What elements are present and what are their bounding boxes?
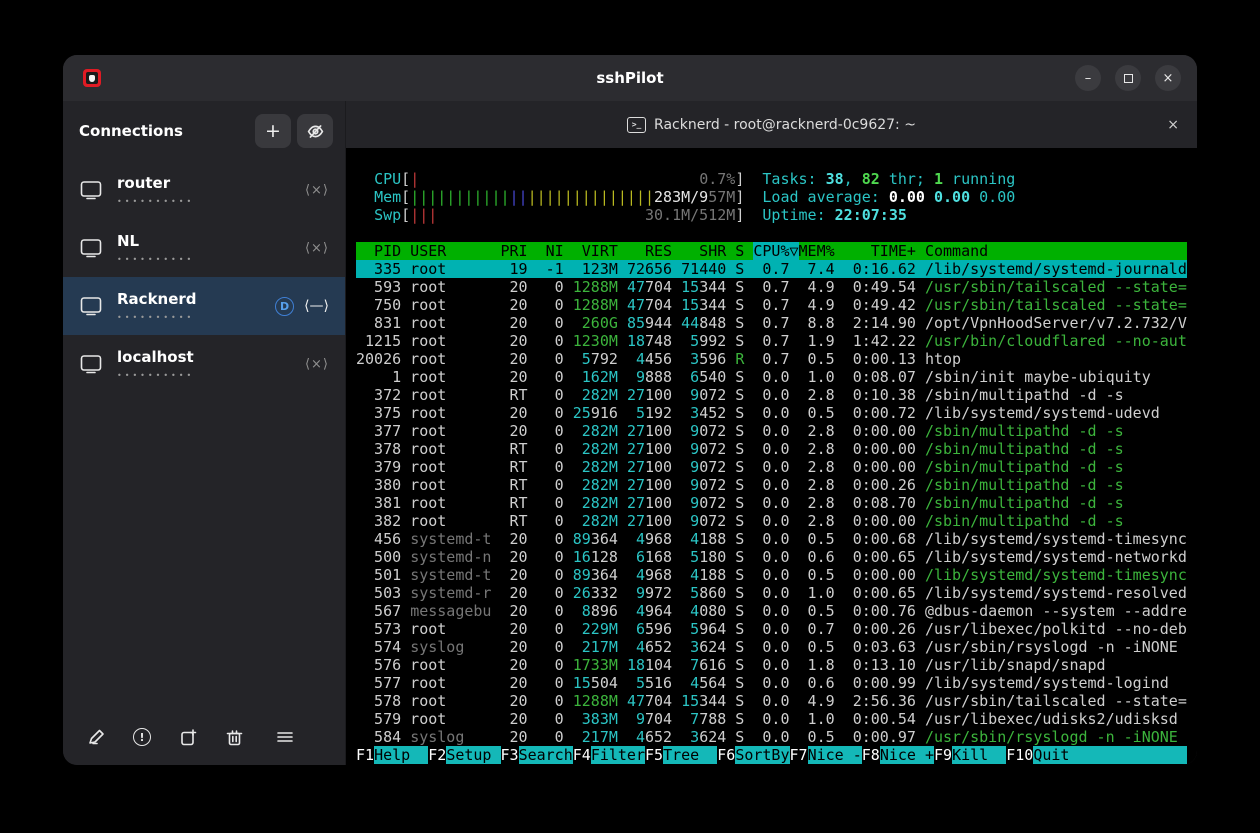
process-row-831[interactable]: 831 root 20 0 260G 85944 44848 S 0.7 8.8… xyxy=(356,314,1187,332)
process-row-335[interactable]: 335 root 19 -1 123M 72656 71440 S 0.7 7.… xyxy=(356,260,1187,278)
process-row-578[interactable]: 578 root 20 0 1288M 47704 15344 S 0.0 4.… xyxy=(356,692,1187,710)
process-row-593[interactable]: 593 root 20 0 1288M 47704 15344 S 0.7 4.… xyxy=(356,278,1187,296)
hide-passwords-button[interactable] xyxy=(297,114,333,148)
edit-connection-button[interactable] xyxy=(87,728,133,747)
process-row-1[interactable]: 1 root 20 0 162M 9888 6540 S 0.0 1.0 0:0… xyxy=(356,368,1187,386)
delete-connection-button[interactable] xyxy=(225,728,271,747)
menu-icon xyxy=(275,729,295,745)
process-row-381[interactable]: 381 root RT 0 282M 27100 9072 S 0.0 2.8 … xyxy=(356,494,1187,512)
process-row-20026[interactable]: 20026 root 20 0 5792 4456 3596 R 0.7 0.5… xyxy=(356,350,1187,368)
connection-name: Racknerd xyxy=(117,290,197,308)
connected-icon: ⟨—⟩ xyxy=(304,298,329,314)
process-row-503[interactable]: 503 systemd-r 20 0 26332 9972 5860 S 0.0… xyxy=(356,584,1187,602)
pencil-icon xyxy=(87,728,106,747)
disconnected-icon: ⟨×⟩ xyxy=(305,357,329,372)
process-row-1215[interactable]: 1215 root 20 0 1230M 18748 5992 S 0.7 1.… xyxy=(356,332,1187,350)
terminal-icon: >_ xyxy=(627,117,646,133)
sidebar: Connections + router •••••••••• ⟨×⟩ NL •••••… xyxy=(63,101,345,765)
process-row-500[interactable]: 500 systemd-n 20 0 16128 6168 5180 S 0.0… xyxy=(356,548,1187,566)
process-row-378[interactable]: 378 root RT 0 282M 27100 9072 S 0.0 2.8 … xyxy=(356,440,1187,458)
connection-name: localhost xyxy=(117,348,194,366)
htop-function-key-bar[interactable]: F1Help F2Setup F3SearchF4FilterF5Tree F6… xyxy=(356,746,1187,764)
connection-secret-dots: •••••••••• xyxy=(117,255,194,264)
monitor-icon xyxy=(79,236,103,260)
process-row-573[interactable]: 573 root 20 0 229M 6596 5964 S 0.0 0.7 0… xyxy=(356,620,1187,638)
process-row-579[interactable]: 579 root 20 0 383M 9704 7788 S 0.0 1.0 0… xyxy=(356,710,1187,728)
htop-summary: Tasks: 38, 82 thr; 1 runningLoad average… xyxy=(762,170,1015,224)
minimize-button[interactable]: – xyxy=(1075,65,1101,91)
process-row-380[interactable]: 380 root RT 0 282M 27100 9072 S 0.0 2.8 … xyxy=(356,476,1187,494)
connection-item-nl[interactable]: NL •••••••••• ⟨×⟩ xyxy=(63,219,345,277)
process-row-382[interactable]: 382 root RT 0 282M 27100 9072 S 0.0 2.8 … xyxy=(356,512,1187,530)
close-button[interactable]: × xyxy=(1155,65,1181,91)
sidebar-toolbar: ! xyxy=(63,709,345,765)
htop-process-table: 335 root 19 -1 123M 72656 71440 S 0.7 7.… xyxy=(356,260,1197,746)
connection-item-racknerd[interactable]: Racknerd •••••••••• D ⟨—⟩ xyxy=(63,277,345,335)
process-row-375[interactable]: 375 root 20 0 25916 5192 3452 S 0.0 0.5 … xyxy=(356,404,1187,422)
process-row-577[interactable]: 577 root 20 0 15504 5516 4564 S 0.0 0.6 … xyxy=(356,674,1187,692)
terminal-output: CPU[| 0.7%] Mem[||||||||||||||||||||||||… xyxy=(346,148,1197,765)
process-row-456[interactable]: 456 systemd-t 20 0 89364 4968 4188 S 0.0… xyxy=(356,530,1187,548)
connection-item-router[interactable]: router •••••••••• ⟨×⟩ xyxy=(63,161,345,219)
titlebar: sshPilot – × xyxy=(63,55,1197,101)
sidebar-title: Connections xyxy=(79,122,183,140)
maximize-icon xyxy=(1124,74,1133,83)
process-row-576[interactable]: 576 root 20 0 1733M 18104 7616 S 0.0 1.8… xyxy=(356,656,1187,674)
new-terminal-button[interactable] xyxy=(179,728,225,747)
process-row-574[interactable]: 574 syslog 20 0 217M 4652 3624 S 0.0 0.5… xyxy=(356,638,1187,656)
monitor-icon xyxy=(79,178,103,202)
new-window-icon xyxy=(179,728,198,747)
process-row-584[interactable]: 584 syslog 20 0 217M 4652 3624 S 0.0 0.5… xyxy=(356,728,1187,746)
process-row-501[interactable]: 501 systemd-t 20 0 89364 4968 4188 S 0.0… xyxy=(356,566,1187,584)
terminal-tab-bar[interactable]: >_ Racknerd - root@racknerd-0c9627: ~ × xyxy=(346,101,1197,148)
eye-off-icon xyxy=(307,123,324,140)
main-menu-button[interactable] xyxy=(275,729,321,745)
connection-secret-dots: •••••••••• xyxy=(117,313,197,322)
terminal-tab-title: Racknerd - root@racknerd-0c9627: ~ xyxy=(654,117,916,133)
process-row-567[interactable]: 567 messagebu 20 0 8896 4964 4080 S 0.0 … xyxy=(356,602,1187,620)
monitor-icon xyxy=(79,352,103,376)
process-row-377[interactable]: 377 root 20 0 282M 27100 9072 S 0.0 2.8 … xyxy=(356,422,1187,440)
info-icon: ! xyxy=(133,728,151,746)
disconnected-icon: ⟨×⟩ xyxy=(305,241,329,256)
disconnected-icon: ⟨×⟩ xyxy=(305,183,329,198)
trash-icon xyxy=(225,728,244,747)
process-row-379[interactable]: 379 root RT 0 282M 27100 9072 S 0.0 2.8 … xyxy=(356,458,1187,476)
connection-secret-dots: •••••••••• xyxy=(117,197,194,206)
connections-list: router •••••••••• ⟨×⟩ NL •••••••••• ⟨×⟩ Rackne… xyxy=(63,161,345,393)
htop-column-header[interactable]: PID USER PRI NI VIRT RES SHR S CPU%▽MEM%… xyxy=(356,242,1187,260)
duplicate-badge: D xyxy=(275,297,294,316)
tab-close-button[interactable]: × xyxy=(1167,117,1179,133)
connection-item-localhost[interactable]: localhost •••••••••• ⟨×⟩ xyxy=(63,335,345,393)
connection-secret-dots: •••••••••• xyxy=(117,371,194,380)
connection-name: router xyxy=(117,174,194,192)
window-title: sshPilot xyxy=(63,69,1197,87)
htop-meters: CPU[| 0.7%] Mem[||||||||||||||||||||||||… xyxy=(356,170,744,224)
maximize-button[interactable] xyxy=(1115,65,1141,91)
app-window: sshPilot – × Connections + xyxy=(63,55,1197,765)
connection-info-button[interactable]: ! xyxy=(133,728,179,746)
connection-name: NL xyxy=(117,232,194,250)
process-row-750[interactable]: 750 root 20 0 1288M 47704 15344 S 0.7 4.… xyxy=(356,296,1187,314)
process-row-372[interactable]: 372 root RT 0 282M 27100 9072 S 0.0 2.8 … xyxy=(356,386,1187,404)
terminal-pane: >_ Racknerd - root@racknerd-0c9627: ~ × … xyxy=(345,101,1197,765)
monitor-icon xyxy=(79,294,103,318)
add-connection-button[interactable]: + xyxy=(255,114,291,148)
